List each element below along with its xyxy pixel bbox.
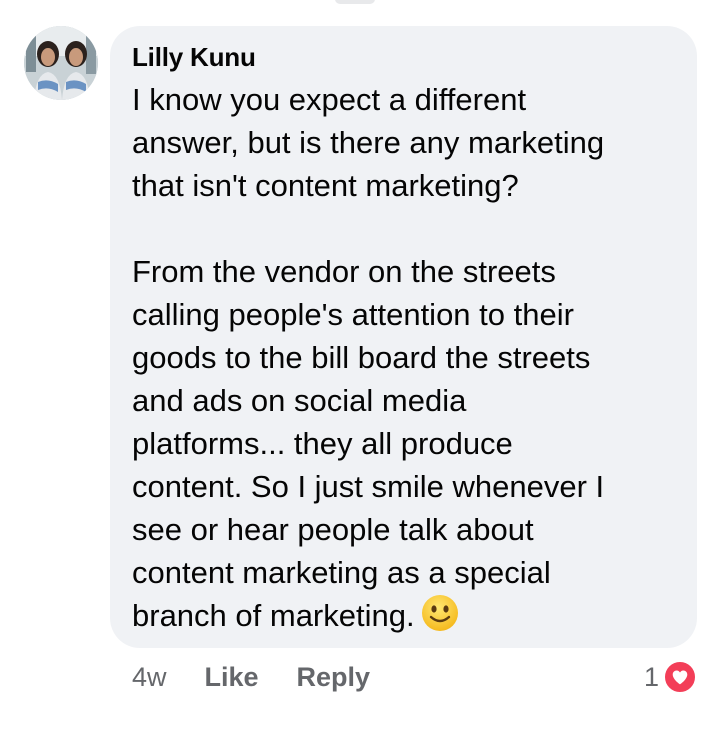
comment-bubble[interactable]: Lilly Kunu I know you expect a different… xyxy=(110,26,697,648)
heart-reaction-icon xyxy=(663,660,697,694)
comment-line: see or hear people talk about xyxy=(132,512,534,547)
comment-line: platforms... they all produce xyxy=(132,426,513,461)
comment-line: From the vendor on the streets xyxy=(132,254,556,289)
comment-body: I know you expect a different answer, bu… xyxy=(132,78,673,637)
previous-content-edge xyxy=(335,0,375,4)
comment-thread: Lilly Kunu I know you expect a different… xyxy=(0,0,707,747)
like-button[interactable]: Like xyxy=(205,662,259,693)
comment-line: calling people's attention to their xyxy=(132,297,574,332)
reactions-summary[interactable]: 1 xyxy=(644,660,697,694)
avatar[interactable] xyxy=(24,26,98,100)
comment-line: content marketing as a special xyxy=(132,555,551,590)
reply-button[interactable]: Reply xyxy=(297,662,371,693)
comment-line-text: branch of marketing. xyxy=(132,598,415,633)
comment-author-name[interactable]: Lilly Kunu xyxy=(132,40,673,74)
comment-line: content. So I just smile whenever I xyxy=(132,469,605,504)
comment-line: I know you expect a different xyxy=(132,82,527,117)
comment-timestamp[interactable]: 4w xyxy=(132,662,167,693)
avatar-photo xyxy=(24,26,98,100)
slightly-smiling-face-emoji-icon xyxy=(421,594,459,632)
comment-paragraph: I know you expect a different answer, bu… xyxy=(132,78,673,207)
comment-paragraph: From the vendor on the streets calling p… xyxy=(132,250,673,637)
comment-actions: 4w Like Reply xyxy=(132,660,408,694)
comment-line: that isn't content marketing? xyxy=(132,168,519,203)
comment-line: answer, but is there any marketing xyxy=(132,125,605,160)
comment-line: and ads on social media xyxy=(132,383,467,418)
comment-line-last: branch of marketing. xyxy=(132,594,673,637)
comment-line: goods to the bill board the streets xyxy=(132,340,591,375)
reaction-count: 1 xyxy=(643,661,659,692)
